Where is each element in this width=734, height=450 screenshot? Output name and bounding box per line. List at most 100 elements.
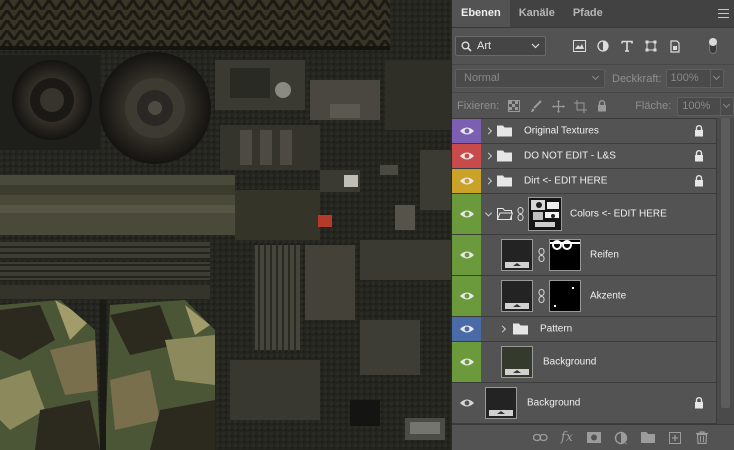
adjustment-filter-icon[interactable] (596, 39, 610, 53)
adjustment-layer-icon[interactable] (613, 430, 629, 446)
layer-filter-row: Art (452, 28, 734, 64)
visibility-toggle[interactable] (452, 169, 481, 193)
layer-row[interactable]: Background (452, 383, 717, 424)
lock-position-icon[interactable] (551, 99, 565, 113)
new-group-icon[interactable] (640, 430, 656, 446)
filter-toggle-switch[interactable] (709, 38, 717, 54)
eye-icon (459, 325, 474, 333)
fill-input[interactable]: 100% (677, 96, 722, 116)
collapse-arrow-icon[interactable] (484, 209, 493, 217)
fill-swatch-icon (489, 410, 513, 416)
eye-icon (459, 152, 474, 160)
blend-mode-select[interactable]: Normal (455, 69, 605, 88)
mask-thumbnail-image (554, 287, 574, 307)
expand-arrow-icon[interactable] (498, 325, 507, 333)
new-layer-icon[interactable] (667, 430, 683, 446)
opacity-dropdown-button[interactable] (710, 69, 724, 88)
lock-icon (695, 150, 703, 162)
fill-swatch-icon (505, 369, 529, 375)
lock-icon (695, 125, 703, 137)
visibility-toggle[interactable] (452, 144, 481, 168)
layer-row[interactable]: Reifen (452, 235, 717, 276)
group-mask-thumbnail[interactable] (528, 197, 562, 231)
type-filter-icon[interactable] (620, 39, 634, 53)
layer-name: Background (543, 356, 597, 368)
chevron-down-icon (531, 43, 540, 49)
layer-row[interactable]: Akzente (452, 276, 717, 317)
expand-arrow-icon[interactable] (484, 177, 493, 185)
texture-artwork (0, 0, 451, 450)
open-folder-icon (497, 208, 513, 220)
background-thumbnail[interactable] (485, 387, 517, 419)
link-layers-icon[interactable] (532, 430, 548, 446)
eye-icon (459, 177, 474, 185)
lock-pixels-icon[interactable] (529, 99, 543, 113)
layer-name: DO NOT EDIT - L&S (524, 150, 616, 162)
lock-all-icon[interactable] (595, 99, 609, 113)
scrollbar-thumb[interactable] (721, 118, 730, 408)
tab-layers[interactable]: Ebenen (452, 0, 510, 27)
visibility-toggle[interactable] (452, 276, 481, 316)
eye-icon (459, 127, 474, 135)
fx-icon[interactable]: fx (559, 430, 575, 446)
layers-scrollbar[interactable] (716, 118, 734, 424)
fill-dropdown-button[interactable] (721, 96, 734, 116)
lock-transparency-icon[interactable] (507, 99, 521, 113)
layer-row[interactable]: Pattern (452, 317, 717, 342)
layer-name: Reifen (590, 249, 619, 261)
delete-layer-icon[interactable] (694, 430, 710, 446)
eye-icon (459, 399, 474, 407)
pixel-filter-icon[interactable] (572, 39, 586, 53)
layer-name: Background (527, 397, 581, 409)
layer-name: Pattern (540, 323, 573, 335)
folder-icon (497, 125, 512, 137)
layer-row[interactable]: Background (452, 342, 717, 383)
mask-link-icon[interactable] (538, 289, 545, 303)
tab-channels[interactable]: Kanäle (510, 0, 564, 27)
shape-filter-icon[interactable] (644, 39, 658, 53)
layer-mask-thumbnail[interactable] (549, 280, 581, 312)
layers-bottom-toolbar: fx (452, 424, 734, 450)
fill-layer-thumbnail[interactable] (501, 239, 533, 271)
layers-panel: Ebenen Kanäle Pfade Art Normal Deckkraft… (451, 0, 734, 450)
layer-mask-thumbnail[interactable] (549, 239, 581, 271)
tab-paths[interactable]: Pfade (564, 0, 612, 27)
fill-layer-thumbnail[interactable] (501, 280, 533, 312)
layer-row[interactable]: Original Textures (452, 119, 717, 144)
opacity-input[interactable]: 100% (665, 69, 711, 88)
layer-name: Dirt <- EDIT HERE (524, 175, 608, 187)
fill-swatch-icon (505, 262, 529, 268)
mask-link-icon[interactable] (538, 248, 545, 262)
lock-artboard-icon[interactable] (573, 99, 587, 113)
folder-icon (497, 175, 512, 187)
folder-icon (497, 150, 512, 162)
layer-row[interactable]: Colors <- EDIT HERE (452, 194, 717, 235)
mask-link-icon[interactable] (517, 207, 524, 221)
chevron-down-icon (723, 100, 731, 108)
layers-list: Original Textures DO NOT EDIT - L&S Dirt… (452, 118, 717, 424)
opacity-label: Deckkraft: (612, 72, 662, 85)
add-mask-icon[interactable] (586, 430, 602, 446)
visibility-toggle[interactable] (452, 317, 481, 341)
hamburger-icon[interactable] (718, 9, 729, 18)
visibility-toggle[interactable] (452, 383, 481, 423)
visibility-toggle[interactable] (452, 342, 481, 382)
blend-row: Normal Deckkraft: 100% (452, 64, 734, 92)
layer-row[interactable]: Dirt <- EDIT HERE (452, 169, 717, 194)
fill-layer-thumbnail[interactable] (501, 346, 533, 378)
visibility-toggle[interactable] (452, 119, 481, 143)
document-canvas[interactable] (0, 0, 451, 450)
expand-arrow-icon[interactable] (484, 127, 493, 135)
expand-arrow-icon[interactable] (484, 152, 493, 160)
visibility-toggle[interactable] (452, 194, 481, 234)
filter-kind-select[interactable]: Art (455, 36, 546, 56)
folder-icon (513, 323, 528, 335)
lock-icon (695, 175, 703, 187)
smart-object-filter-icon[interactable] (668, 39, 682, 53)
blend-mode-value: Normal (464, 72, 500, 84)
search-icon (461, 41, 472, 52)
visibility-toggle[interactable] (452, 235, 481, 275)
mask-thumbnail-image (529, 198, 561, 230)
eye-icon (459, 292, 474, 300)
layer-row[interactable]: DO NOT EDIT - L&S (452, 144, 717, 169)
